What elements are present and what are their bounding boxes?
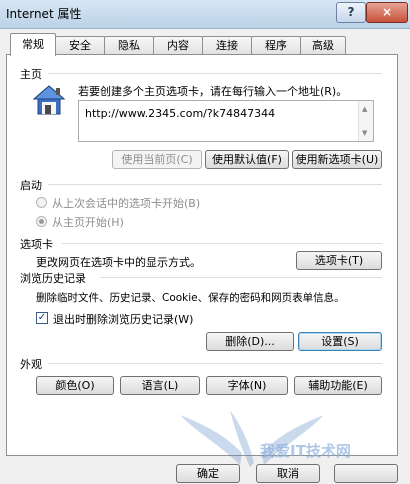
appearance-section-title: 外观	[20, 358, 42, 371]
delete-on-exit-checkbox[interactable]: ✓	[36, 312, 48, 324]
use-default-button[interactable]: 使用默认值(F)	[205, 150, 289, 169]
startup-last-session-radio[interactable]	[36, 197, 47, 208]
colors-button[interactable]: 颜色(O)	[36, 376, 114, 395]
delete-on-exit-label: 退出时删除浏览历史记录(W)	[53, 313, 194, 326]
tab-programs[interactable]: 程序	[251, 36, 301, 55]
appearance-separator	[48, 363, 382, 364]
home-page-textarea[interactable]: http://www.2345.com/?k74847344 ▲ ▼	[78, 100, 374, 142]
delete-history-button[interactable]: 删除(D)...	[206, 332, 294, 351]
use-new-tab-button[interactable]: 使用新选项卡(U)	[292, 150, 382, 169]
scroll-up-icon[interactable]: ▲	[362, 105, 367, 113]
tabs-separator	[62, 243, 382, 244]
fonts-button[interactable]: 字体(N)	[206, 376, 288, 395]
tab-security[interactable]: 安全	[55, 36, 105, 55]
startup-last-session-label: 从上次会话中的选项卡开始(B)	[52, 197, 201, 210]
home-page-url: http://www.2345.com/?k74847344	[85, 107, 276, 120]
tabs-settings-button[interactable]: 选项卡(T)	[296, 251, 382, 270]
tab-general[interactable]: 常规	[10, 33, 56, 56]
title-bar: Internet 属性 ? ×	[0, 0, 410, 29]
watermark-text: 我爱IT技术网	[260, 442, 351, 460]
tab-connections[interactable]: 连接	[202, 36, 252, 55]
languages-button[interactable]: 语言(L)	[120, 376, 200, 395]
tab-content[interactable]: 内容	[153, 36, 203, 55]
accessibility-button[interactable]: 辅助功能(E)	[294, 376, 382, 395]
scroll-down-icon[interactable]: ▼	[362, 129, 367, 137]
history-section-title: 浏览历史记录	[20, 272, 86, 285]
startup-section-title: 启动	[20, 179, 42, 192]
tabs-section-title: 选项卡	[20, 238, 53, 251]
use-current-button[interactable]: 使用当前页(C)	[112, 150, 202, 169]
home-description: 若要创建多个主页选项卡，请在每行输入一个地址(R)。	[78, 85, 348, 98]
cancel-button[interactable]: 取消	[256, 464, 320, 483]
tab-privacy[interactable]: 隐私	[104, 36, 154, 55]
home-section-title: 主页	[20, 68, 42, 81]
history-separator	[100, 277, 382, 278]
apply-button[interactable]	[334, 464, 398, 483]
home-separator	[48, 73, 382, 74]
close-button[interactable]: ×	[366, 2, 408, 23]
startup-home-label: 从主页开始(H)	[52, 216, 124, 229]
home-textarea-scrollbar[interactable]: ▲ ▼	[358, 101, 373, 141]
ok-button[interactable]: 确定	[176, 464, 240, 483]
window-title: Internet 属性	[6, 7, 82, 21]
tabs-description: 更改网页在选项卡中的显示方式。	[36, 256, 201, 269]
tab-advanced[interactable]: 高级	[300, 36, 346, 55]
history-description: 删除临时文件、历史记录、Cookie、保存的密码和网页表单信息。	[36, 292, 345, 304]
history-settings-button[interactable]: 设置(S)	[298, 332, 382, 351]
startup-separator	[48, 184, 382, 185]
help-button[interactable]: ?	[336, 2, 366, 23]
house-icon	[32, 85, 66, 115]
startup-home-radio[interactable]	[36, 216, 47, 227]
